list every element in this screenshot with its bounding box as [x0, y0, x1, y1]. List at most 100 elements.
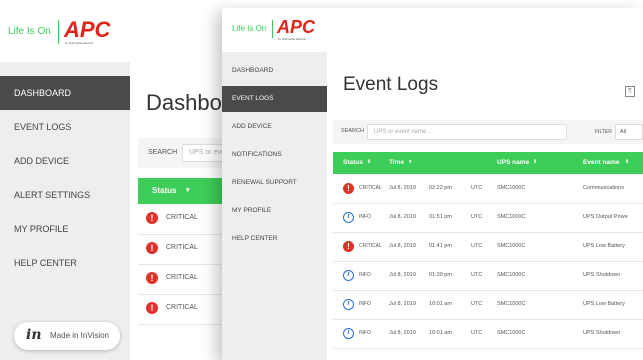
date-text: Jul 8, 2019: [389, 185, 416, 191]
made-in-invision-badge[interactable]: in Made in InVision: [14, 322, 120, 350]
page-title: Event Logs: [343, 74, 439, 95]
time-text: 02:22 pm: [429, 185, 452, 191]
critical-icon: !: [146, 302, 158, 314]
time-text: 01:51 pm: [429, 214, 452, 220]
status-column-header[interactable]: Status: [343, 159, 363, 166]
status-text: INFO: [359, 272, 371, 278]
status-text: INFO: [359, 301, 371, 307]
schneider-logo: by Schneider Electric: [278, 37, 307, 41]
event-name-text: UPS Shutdown: [583, 272, 621, 278]
search-bar: SEARCH UPS or event name ... FILTER All: [333, 120, 643, 144]
date-text: Jul 8, 2019: [389, 243, 416, 249]
critical-icon: !: [343, 241, 354, 252]
search-input[interactable]: UPS or event name ...: [367, 124, 567, 140]
status-text: CRITICAL: [166, 214, 198, 221]
time-text: 01:41 pm: [429, 243, 452, 249]
sidebar-item-renewal-support[interactable]: RENEWAL SUPPORT: [222, 170, 327, 196]
search-label: SEARCH: [341, 128, 364, 134]
status-text: INFO: [359, 214, 371, 220]
sidebar-item-my-profile[interactable]: MY PROFILE: [0, 212, 130, 246]
table-row[interactable]: i INFO Jul 8, 2019 01:51 pm UTC SMC1000C…: [333, 203, 643, 233]
apc-logo[interactable]: APC: [64, 17, 110, 43]
search-label: SEARCH: [148, 149, 178, 156]
event-name-text: UPS Output Powe: [583, 214, 628, 220]
event-name-text: UPS Shutdown: [583, 330, 621, 336]
table-row[interactable]: i INFO Jul 8, 2019 10:01 am UTC SMC1000C…: [333, 319, 643, 349]
date-text: Jul 8, 2019: [389, 330, 416, 336]
sidebar-item-my-profile[interactable]: MY PROFILE: [222, 198, 327, 224]
timezone-text: UTC: [471, 301, 483, 307]
sort-icon[interactable]: ⇕: [533, 159, 537, 165]
logo-divider: [58, 20, 59, 44]
life-is-on-logo: Life Is On: [8, 26, 51, 37]
sidebar-item-notifications[interactable]: NOTIFICATIONS: [222, 142, 327, 168]
sidebar-item-help-center[interactable]: HELP CENTER: [0, 246, 130, 280]
logo-divider: [272, 20, 273, 38]
sidebar-item-dashboard[interactable]: DASHBOARD: [0, 76, 130, 110]
sidebar-item-dashboard[interactable]: DASHBOARD: [222, 58, 327, 84]
sort-icon[interactable]: ⇕: [625, 159, 629, 165]
info-icon: i: [343, 299, 354, 310]
time-text: 10:01 am: [429, 330, 452, 336]
timezone-text: UTC: [471, 272, 483, 278]
time-text: 01:39 pm: [429, 272, 452, 278]
status-text: CRITICAL: [166, 304, 198, 311]
ups-name-text: SMC1000C: [497, 185, 526, 191]
status-text: CRITICAL: [166, 274, 198, 281]
event-logs-main: Event Logs ⎘ SEARCH UPS or event name ..…: [327, 52, 643, 360]
info-icon: i: [343, 212, 354, 223]
time-column-header[interactable]: Time: [389, 159, 404, 166]
invision-text: Made in InVision: [50, 331, 109, 340]
critical-icon: !: [146, 272, 158, 284]
sort-icon[interactable]: ▾: [409, 159, 412, 165]
date-text: Jul 8, 2019: [389, 272, 416, 278]
event-logs-screen: Life Is On APC by Schneider Electric DAS…: [222, 8, 643, 360]
table-row[interactable]: ! CRITICAL Jul 8, 2019 02:22 pm UTC SMC1…: [333, 174, 643, 204]
timezone-text: UTC: [471, 214, 483, 220]
date-text: Jul 8, 2019: [389, 301, 416, 307]
critical-icon: !: [343, 183, 354, 194]
invision-logo: in: [26, 327, 42, 343]
ups-name-text: SMC1000C: [497, 301, 526, 307]
table-row[interactable]: i INFO Jul 8, 2019 01:39 pm UTC SMC1000C…: [333, 261, 643, 291]
ups-name-text: SMC1000C: [497, 214, 526, 220]
dashboard-sidebar: DASHBOARD EVENT LOGS ADD DEVICE ALERT SE…: [0, 62, 130, 360]
sidebar-item-add-device[interactable]: ADD DEVICE: [222, 114, 327, 140]
sort-icon[interactable]: ▾: [186, 186, 190, 194]
table-row[interactable]: i INFO Jul 8, 2019 10:01 am UTC SMC1000C…: [333, 290, 643, 320]
schneider-logo: by Schneider Electric: [65, 41, 94, 45]
event-name-column-header[interactable]: Event name: [583, 159, 620, 166]
sidebar-item-add-device[interactable]: ADD DEVICE: [0, 144, 130, 178]
ups-name-text: SMC1000C: [497, 243, 526, 249]
sidebar-item-alert-settings[interactable]: ALERT SETTINGS: [0, 178, 130, 212]
sidebar-item-event-logs[interactable]: EVENT LOGS: [222, 86, 327, 112]
event-logs-sidebar: DASHBOARD EVENT LOGS ADD DEVICE NOTIFICA…: [222, 52, 327, 360]
filter-select[interactable]: All: [615, 124, 643, 140]
status-text: CRITICAL: [166, 244, 198, 251]
status-text: INFO: [359, 330, 371, 336]
sidebar-item-help-center[interactable]: HELP CENTER: [222, 226, 327, 252]
ups-name-column-header[interactable]: UPS name: [497, 159, 529, 166]
export-icon[interactable]: ⎘: [625, 86, 635, 97]
table-header: Status ⇕ Time ▾ UPS name ⇕ Event name ⇕: [333, 152, 643, 174]
time-text: 10:01 am: [429, 301, 452, 307]
table-row[interactable]: ! CRITICAL Jul 8, 2019 01:41 pm UTC SMC1…: [333, 232, 643, 262]
life-is-on-logo: Life Is On: [232, 24, 267, 33]
date-text: Jul 8, 2019: [389, 214, 416, 220]
apc-logo[interactable]: APC: [277, 17, 315, 38]
status-text: CRITICAL: [359, 243, 382, 249]
event-name-text: UPS Low Battery: [583, 301, 625, 307]
info-icon: i: [343, 328, 354, 339]
sort-icon[interactable]: ⇕: [367, 159, 371, 165]
event-name-text: Communications: [583, 185, 624, 191]
event-name-text: UPS Low Battery: [583, 243, 625, 249]
critical-icon: !: [146, 212, 158, 224]
status-column-header[interactable]: Status: [152, 186, 176, 195]
critical-icon: !: [146, 242, 158, 254]
sidebar-item-event-logs[interactable]: EVENT LOGS: [0, 110, 130, 144]
timezone-text: UTC: [471, 330, 483, 336]
event-logs-header: Life Is On APC by Schneider Electric: [222, 8, 643, 53]
timezone-text: UTC: [471, 243, 483, 249]
status-text: CRITICAL: [359, 185, 382, 191]
timezone-text: UTC: [471, 185, 483, 191]
